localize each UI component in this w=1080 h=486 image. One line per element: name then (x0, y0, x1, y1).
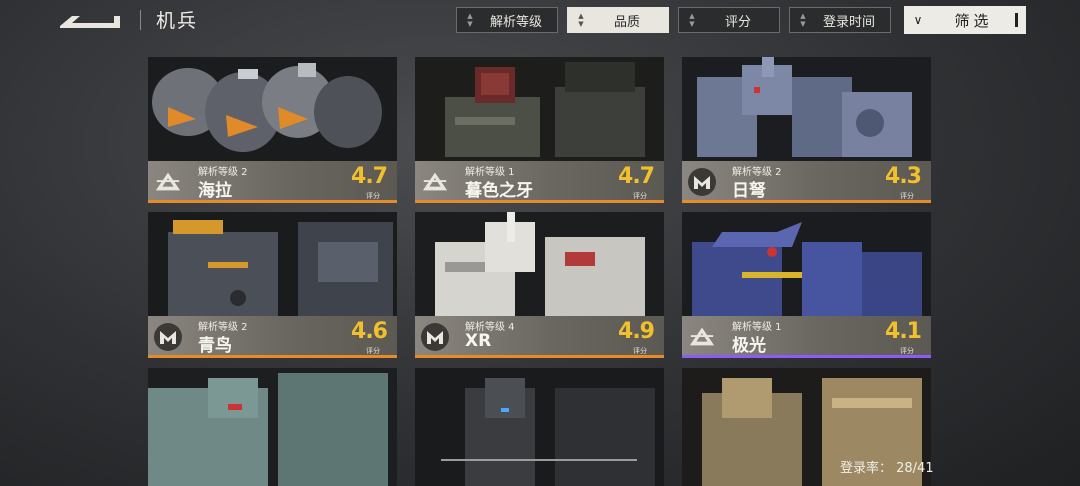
mech-name: 暮色之牙 (465, 181, 533, 201)
login-rate: 登录率： 28/41 (840, 461, 934, 476)
back-arrow-icon (60, 16, 120, 28)
filter-bar-icon (1015, 13, 1018, 27)
rarity-bar (148, 200, 397, 203)
rarity-bar (682, 200, 931, 203)
sort-by-level-button[interactable]: ▲ ▼ 解析等级 (456, 7, 558, 33)
mech-card[interactable]: 解析等级 2 青鸟 4.6 评分 (148, 212, 397, 358)
mech-score: 4.1 (885, 319, 922, 344)
mech-card[interactable]: 解析等级 1 极光 4.1 评分 (682, 212, 931, 358)
m-emblem-icon (421, 323, 449, 351)
mech-info-bar: 解析等级 2 青鸟 4.6 评分 (148, 316, 397, 358)
mech-info-bar: 解析等级 1 暮色之牙 4.7 评分 (415, 161, 664, 203)
sort-label: 登录时间 (822, 14, 875, 30)
sort-arrows-icon: ▲ ▼ (467, 12, 473, 28)
rarity-bar (148, 355, 397, 358)
mech-info-bar: 解析等级 2 日弩 4.3 评分 (682, 161, 931, 203)
mech-card[interactable]: 解析等级 1 暮色之牙 4.7 评分 (415, 57, 664, 203)
mech-portrait (148, 57, 397, 161)
sort-label: 解析等级 (489, 14, 542, 30)
mech-info-bar: 解析等级 1 极光 4.1 评分 (682, 316, 931, 358)
mech-portrait (415, 368, 664, 486)
mech-name: 日弩 (732, 181, 766, 201)
mech-portrait (682, 57, 931, 161)
sort-by-login-time-button[interactable]: ▲ ▼ 登录时间 (789, 7, 891, 33)
mech-card[interactable] (415, 368, 664, 486)
mech-score: 4.7 (618, 164, 655, 189)
mech-name: XR (465, 331, 492, 351)
mech-info-bar: 解析等级 4 XR 4.9 评分 (415, 316, 664, 358)
sort-label: 评分 (724, 14, 751, 30)
mech-portrait (415, 212, 664, 316)
mech-score: 4.9 (618, 319, 655, 344)
filter-label: 筛选 (954, 11, 993, 30)
m-emblem-icon (688, 168, 716, 196)
mech-portrait (148, 212, 397, 316)
mech-card[interactable]: 解析等级 2 海拉 4.7 评分 (148, 57, 397, 203)
mech-portrait (148, 368, 397, 486)
triangle-emblem-icon (688, 323, 716, 351)
mech-info-bar: 解析等级 2 海拉 4.7 评分 (148, 161, 397, 203)
m-emblem-icon (154, 323, 182, 351)
mech-card[interactable] (148, 368, 397, 486)
triangle-emblem-icon (154, 168, 182, 196)
rarity-bar (415, 200, 664, 203)
sort-arrows-icon: ▲ ▼ (800, 12, 806, 28)
triangle-emblem-icon (421, 168, 449, 196)
mech-score: 4.7 (351, 164, 388, 189)
mech-portrait (682, 212, 931, 316)
filter-button[interactable]: ∨ 筛选 (904, 6, 1026, 34)
sort-arrows-icon: ▲ ▼ (578, 12, 584, 28)
mech-score: 4.6 (351, 319, 388, 344)
sort-label: 品质 (613, 14, 640, 30)
title-divider (140, 10, 141, 30)
sort-arrows-icon: ▲ ▼ (689, 12, 695, 28)
horizontal-scroll-indicator[interactable] (441, 459, 637, 461)
rarity-bar (682, 355, 931, 358)
mech-name: 海拉 (198, 181, 232, 201)
back-button[interactable] (58, 8, 124, 32)
sort-by-score-button[interactable]: ▲ ▼ 评分 (678, 7, 780, 33)
mech-card[interactable]: 解析等级 2 日弩 4.3 评分 (682, 57, 931, 203)
mech-name: 极光 (732, 336, 766, 356)
rarity-bar (415, 355, 664, 358)
mech-portrait (415, 57, 664, 161)
top-bar: 机兵 ▲ ▼ 解析等级 ▲ ▼ 品质 ▲ ▼ 评分 ▲ ▼ 登录时间 ∨ 筛选 (0, 0, 1080, 40)
mech-score: 4.3 (885, 164, 922, 189)
mech-card[interactable]: 解析等级 4 XR 4.9 评分 (415, 212, 664, 358)
mech-name: 青鸟 (198, 336, 232, 356)
page-title: 机兵 (156, 10, 199, 32)
sort-by-quality-button[interactable]: ▲ ▼ 品质 (567, 7, 669, 33)
chevron-down-icon: ∨ (913, 13, 923, 27)
